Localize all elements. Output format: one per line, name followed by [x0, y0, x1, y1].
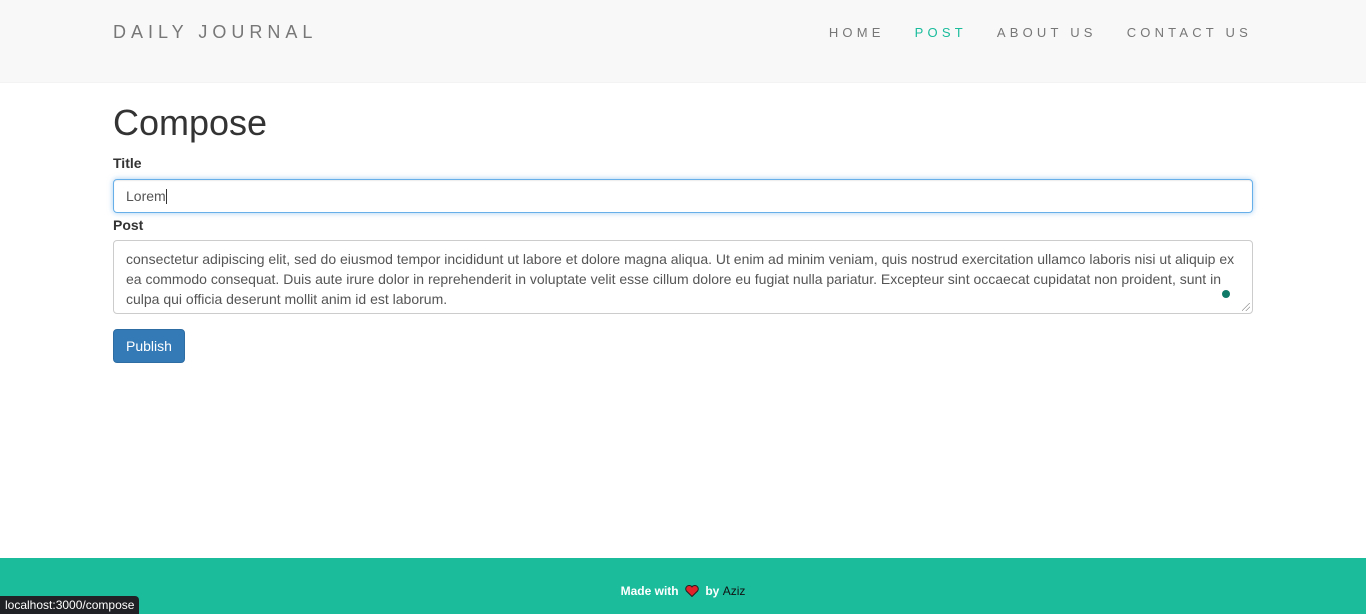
title-input-value: Lorem: [126, 188, 166, 204]
text-caret: [165, 189, 167, 204]
title-input[interactable]: Lorem: [113, 179, 1253, 213]
nav-item-home: HOME: [799, 25, 885, 40]
resize-handle-icon[interactable]: [1242, 303, 1250, 311]
footer-made-with: Made with: [620, 584, 679, 598]
nav-link-home[interactable]: HOME: [829, 25, 885, 40]
nav-item-about: ABOUT US: [967, 25, 1097, 40]
brand-link[interactable]: DAILY JOURNAL: [113, 22, 317, 43]
nav-link-contact-us[interactable]: CONTACT US: [1127, 25, 1252, 40]
nav-item-contact: CONTACT US: [1097, 25, 1252, 40]
nav-link-post[interactable]: POST: [915, 25, 967, 40]
nav-links: HOME POST ABOUT US CONTACT US: [799, 25, 1252, 40]
footer: Made with by Aziz: [0, 558, 1366, 614]
footer-text: Made with by Aziz: [0, 584, 1366, 600]
page-title: Compose: [113, 102, 268, 143]
compose-container: Compose Title Lorem Post consectetur adi…: [113, 83, 1253, 363]
post-label: Post: [113, 217, 144, 233]
footer-by: by: [705, 584, 720, 598]
navbar: DAILY JOURNAL HOME POST ABOUT US CONTACT…: [0, 0, 1366, 83]
title-label: Title: [113, 155, 142, 171]
status-bar-url: localhost:3000/compose: [0, 596, 140, 614]
compose-form: Title Lorem Post consectetur adipiscing …: [113, 155, 1253, 363]
nav-link-about-us[interactable]: ABOUT US: [997, 25, 1097, 40]
post-textarea-value: consectetur adipiscing elit, sed do eius…: [126, 251, 1235, 307]
publish-button[interactable]: Publish: [113, 329, 185, 363]
post-textarea[interactable]: consectetur adipiscing elit, sed do eius…: [113, 240, 1253, 314]
heart-icon: [685, 585, 699, 600]
author-link[interactable]: Aziz: [723, 584, 746, 598]
nav-item-post: POST: [885, 25, 967, 40]
grammar-indicator-icon[interactable]: [1222, 290, 1230, 298]
